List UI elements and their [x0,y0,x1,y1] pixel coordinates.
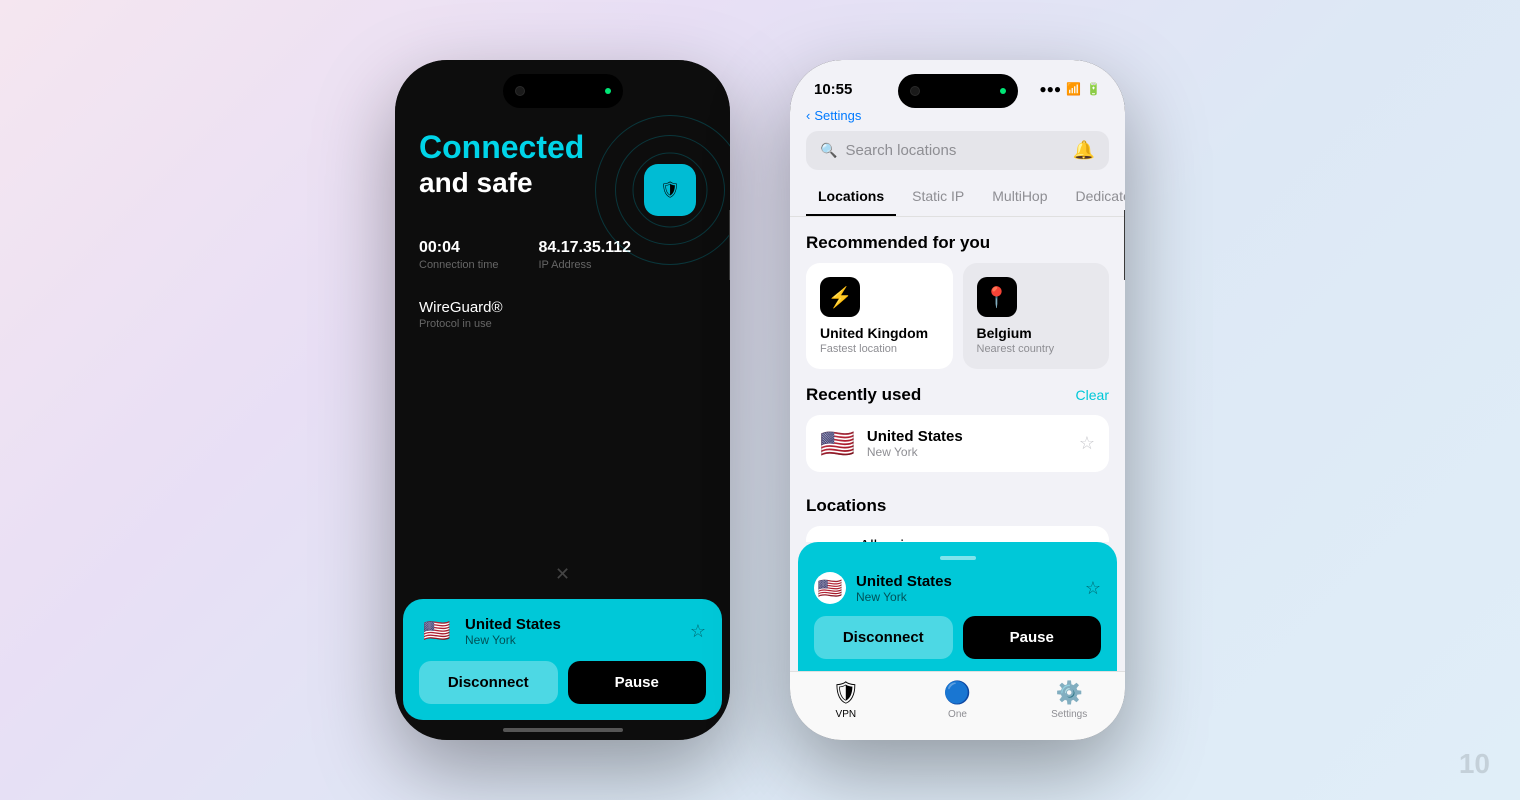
rec-card-uk[interactable]: ⚡ United Kingdom Fastest location [806,263,953,369]
search-bar[interactable]: 🔍 Search locations 🔔 [806,131,1109,170]
recently-used-header: Recently used Clear [790,385,1125,415]
phone1-screen: 🛡 Connected and safe 00:04 Connection ti… [395,60,730,740]
locations-section-title: Locations [790,480,1125,526]
phone1-content: 🛡 Connected and safe 00:04 Connection ti… [395,60,730,558]
search-placeholder-text: Search locations [845,142,956,159]
status-icons: ●●● 📶 🔋 [1039,82,1101,96]
phone1-disconnect-button[interactable]: Disconnect [419,661,558,704]
active-location-text: United States New York [856,573,952,604]
tab-dedicated-ip[interactable]: Dedicated IP [1064,178,1125,216]
active-us-flag-icon: 🇺🇸 [814,572,846,604]
recently-us-city: New York [867,445,963,459]
signal-icon: ●●● [1039,82,1061,96]
clear-button[interactable]: Clear [1076,387,1109,403]
phone1-country: United States [465,616,561,633]
island-dot-1 [605,88,611,94]
active-city: New York [856,590,952,604]
protocol-row: WireGuard® Protocol in use [419,299,706,330]
phone1-location-text: United States New York [465,616,561,647]
tab-bar-vpn-label: VPN [836,709,857,720]
back-label: Settings [814,108,861,123]
phone1-city: New York [465,633,561,647]
tabs-row: Locations Static IP MultiHop Dedicated I… [790,178,1125,217]
rec-card-uk-country: United Kingdom [820,325,939,341]
shield-button[interactable]: 🛡 [644,164,696,216]
island-dot-2 [1000,88,1006,94]
connection-time-value: 00:04 [419,239,499,257]
active-location-info: 🇺🇸 United States New York [814,572,952,604]
connection-time-label: Connection time [419,259,499,271]
phone1-action-buttons: Disconnect Pause [419,661,706,704]
active-country: United States [856,573,952,590]
radar-container: 🛡 [590,110,730,270]
settings-icon: ⚙️ [1055,680,1082,706]
tab-multihop[interactable]: MultiHop [980,178,1059,216]
rec-card-be-desc: Nearest country [977,343,1096,355]
shield-icon: 🛡 [660,180,680,200]
watermark: 10 [1459,748,1490,780]
phone1-pause-button[interactable]: Pause [568,661,707,704]
rec-card-be[interactable]: 📍 Belgium Nearest country [963,263,1110,369]
active-location-bar: 🇺🇸 United States New York ☆ Disconnect P… [798,542,1117,671]
bottom-panel-1: 🇺🇸 United States New York ☆ Disconnect [403,599,722,720]
phone-2: 10:55 ●●● 📶 🔋 ‹ Settings 🔍 Search locati… [790,60,1125,740]
island-camera-2 [910,86,920,96]
active-favorite-icon[interactable]: ☆ [1085,578,1101,599]
rec-card-be-icon: 📍 [977,277,1017,317]
active-action-buttons: Disconnect Pause [814,616,1101,659]
search-icon: 🔍 [820,142,837,159]
island-camera-1 [515,86,525,96]
tab-bar-settings-label: Settings [1051,709,1087,720]
phone2-screen: 10:55 ●●● 📶 🔋 ‹ Settings 🔍 Search locati… [790,60,1125,740]
battery-icon: 🔋 [1086,82,1101,96]
tab-locations[interactable]: Locations [806,178,896,216]
tab-bar: 🛡 VPN 🔵 One ⚙️ Settings [790,671,1125,740]
notification-bell-icon[interactable]: 🔔 [1073,140,1095,161]
vpn-icon: 🛡 [832,680,860,706]
dynamic-island-1 [503,74,623,108]
tab-bar-one-label: One [948,709,967,720]
locations-content: Recommended for you ⚡ United Kingdom Fas… [790,217,1125,542]
recently-us-country: United States [867,428,963,445]
rec-card-be-country: Belgium [977,325,1096,341]
wifi-icon: 📶 [1066,82,1081,96]
tab-static-ip[interactable]: Static IP [900,178,976,216]
phone1-bottom: ✕ 🇺🇸 United States New York [395,558,730,740]
recommended-title: Recommended for you [790,217,1125,263]
recently-us-flag: 🇺🇸 [820,427,855,460]
phone2-pause-button[interactable]: Pause [963,616,1102,659]
close-icon[interactable]: ✕ [395,558,730,591]
phones-container: 🛡 Connected and safe 00:04 Connection ti… [395,60,1125,740]
phone1-favorite-icon[interactable]: ☆ [690,621,706,642]
recommended-cards: ⚡ United Kingdom Fastest location 📍 Belg… [790,263,1125,385]
status-time: 10:55 [814,81,852,98]
protocol-label: Protocol in use [419,318,706,330]
connection-time-stat: 00:04 Connection time [419,239,499,271]
recently-us-text: United States New York [867,428,963,459]
location-row-1: 🇺🇸 United States New York ☆ [419,613,706,649]
rec-card-uk-desc: Fastest location [820,343,939,355]
recently-us-favorite-icon[interactable]: ☆ [1079,433,1095,454]
us-flag-icon: 🇺🇸 [423,618,450,644]
recently-used-title: Recently used [806,385,921,405]
one-icon: 🔵 [944,680,971,706]
protocol-name: WireGuard® [419,299,706,316]
tab-bar-settings[interactable]: ⚙️ Settings [1013,680,1125,720]
drag-handle [940,556,976,560]
active-location-row: 🇺🇸 United States New York ☆ [814,572,1101,604]
phone2-disconnect-button[interactable]: Disconnect [814,616,953,659]
location-item-albania[interactable]: 🇦🇱 Albania Tirana ☆ [806,526,1109,542]
chevron-left-icon: ‹ [806,108,810,123]
tab-bar-one[interactable]: 🔵 One [902,680,1014,720]
tab-bar-vpn[interactable]: 🛡 VPN [790,680,902,720]
location-info-1: 🇺🇸 United States New York [419,613,561,649]
recently-used-item-us[interactable]: 🇺🇸 United States New York ☆ [806,415,1109,472]
phone1-home-bar [503,728,623,732]
phone-1: 🛡 Connected and safe 00:04 Connection ti… [395,60,730,740]
phone1-flag: 🇺🇸 [419,613,455,649]
rec-card-uk-icon: ⚡ [820,277,860,317]
dynamic-island-2 [898,74,1018,108]
